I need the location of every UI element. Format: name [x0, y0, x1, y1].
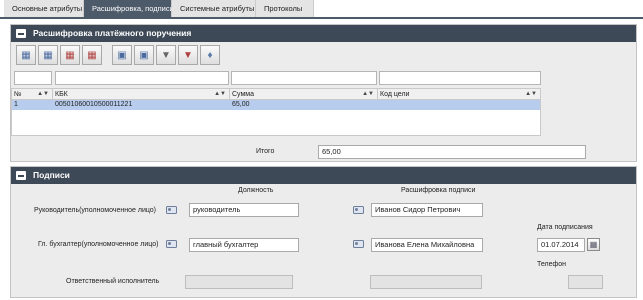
phone-label: Телефон [537, 261, 567, 268]
filter-num-input[interactable] [14, 71, 52, 85]
view-details-icon[interactable]: ▣ [134, 45, 154, 65]
col-header-kbk[interactable]: КБК ▲▼ [53, 89, 230, 100]
executor-label: Ответственный исполнитель [66, 278, 160, 285]
person-lookup-icon[interactable] [353, 240, 364, 248]
cell-kbk: 00501060010500011221 [55, 101, 133, 108]
clear-filter-icon[interactable]: ▼ [178, 45, 198, 65]
collapse-icon[interactable] [16, 171, 26, 180]
accountant-label: Гл. бухгалтер(уполномоченное лицо) [38, 241, 159, 248]
cell-goal-code [378, 100, 540, 110]
person-lookup-icon[interactable] [353, 206, 364, 214]
payment-grid: № ▲▼ КБК ▲▼ Сумма ▲▼ Код цели ▲▼ 1 00501… [11, 88, 541, 136]
tab-underline [0, 17, 643, 19]
total-label: Итого [256, 148, 275, 155]
signatures-panel-title: Подписи [33, 170, 70, 180]
cell-sum: 65,00 [232, 101, 250, 108]
tab-main-attributes[interactable]: Основные атрибуты [4, 0, 84, 17]
person-lookup-icon[interactable] [166, 240, 177, 248]
tab-decoding-signatures[interactable]: Расшифровка, подписи [84, 0, 174, 17]
payment-panel-header[interactable]: Расшифровка платёжного поручения [11, 25, 636, 42]
phone-field[interactable] [568, 275, 603, 289]
payment-panel-title: Расшифровка платёжного поручения [33, 28, 192, 38]
total-field[interactable]: 65,00 [318, 145, 586, 159]
position-header: Должность [238, 187, 274, 194]
head-position-field[interactable]: руководитель [189, 203, 299, 217]
col-header-sum[interactable]: Сумма ▲▼ [230, 89, 378, 100]
sort-icon[interactable]: ▲▼ [362, 89, 374, 100]
sign-date-field[interactable]: 01.07.2014 [537, 238, 585, 252]
filter-icon[interactable]: ▼ [156, 45, 176, 65]
col-header-num[interactable]: № ▲▼ [12, 89, 53, 100]
grid-header: № ▲▼ КБК ▲▼ Сумма ▲▼ Код цели ▲▼ [12, 89, 540, 100]
tab-bar: Основные атрибуты Расшифровка, подписи С… [4, 0, 314, 17]
col-header-sum-label: Сумма [232, 91, 254, 98]
col-header-goal-code-label: Код цели [380, 91, 410, 98]
signatures-panel-header[interactable]: Подписи [11, 167, 636, 184]
tab-system-attributes[interactable]: Системные атрибуты [172, 0, 256, 17]
filter-sum-input[interactable] [231, 71, 377, 85]
person-lookup-icon[interactable] [166, 206, 177, 214]
add-copy-icon[interactable]: ▦ [38, 45, 58, 65]
sort-icon[interactable]: ▲▼ [214, 89, 226, 100]
sign-date-label: Дата подписания [537, 224, 593, 231]
view-icon[interactable]: ▣ [112, 45, 132, 65]
table-row[interactable]: 1 00501060010500011221 65,00 [12, 100, 540, 110]
col-header-num-label: № [14, 91, 22, 98]
cell-num: 1 [14, 101, 18, 108]
executor-field[interactable] [185, 275, 293, 289]
edit-row-icon[interactable]: ▦ [82, 45, 102, 65]
filter-kbk-input[interactable] [55, 71, 229, 85]
filter-goal-code-input[interactable] [379, 71, 541, 85]
decoding-header: Расшифровка подписи [401, 187, 476, 194]
grid-toolbar: ▦ ▦ ▦ ▦ ▣ ▣ ▼ ▼ ♦ [16, 45, 220, 67]
delete-row-icon[interactable]: ▦ [60, 45, 80, 65]
collapse-icon[interactable] [16, 29, 26, 38]
add-row-icon[interactable]: ▦ [16, 45, 36, 65]
head-label: Руководитель(уполномоченное лицо) [34, 207, 157, 214]
print-icon[interactable]: ♦ [200, 45, 220, 65]
sort-icon[interactable]: ▲▼ [37, 89, 49, 100]
col-header-goal-code[interactable]: Код цели ▲▼ [378, 89, 540, 100]
tab-protocols[interactable]: Протоколы [256, 0, 314, 17]
accountant-position-field[interactable]: главный бухгалтер [189, 238, 299, 252]
head-name-field[interactable]: Иванов Сидор Петрович [371, 203, 483, 217]
col-header-kbk-label: КБК [55, 91, 68, 98]
executor-name-field[interactable] [370, 275, 482, 289]
accountant-name-field[interactable]: Иванова Елена Михайловна [371, 238, 483, 252]
calendar-icon[interactable]: ▦ [587, 238, 600, 251]
sort-icon[interactable]: ▲▼ [525, 89, 537, 100]
